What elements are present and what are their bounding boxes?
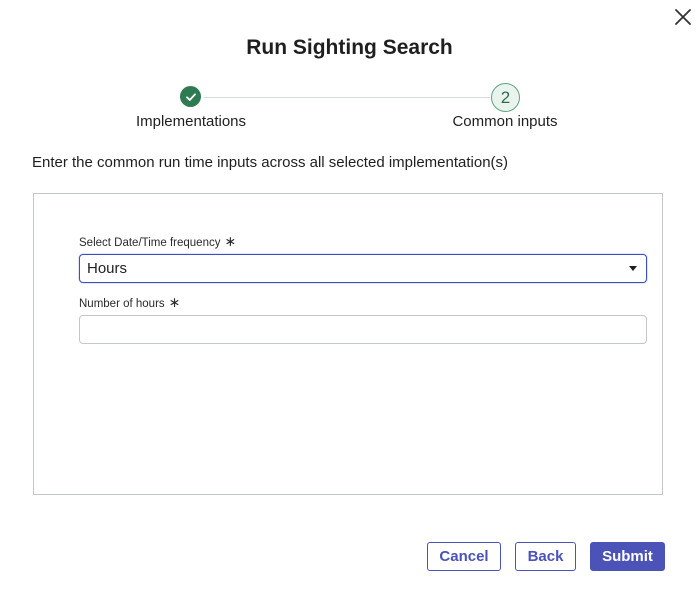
- common-inputs-panel: Select Date/Time frequency ∗ Hours Number…: [33, 193, 663, 495]
- frequency-select-value: Hours: [87, 260, 128, 277]
- back-button[interactable]: Back: [515, 542, 576, 571]
- step-2-current: 2: [491, 83, 520, 112]
- close-icon: [674, 8, 692, 31]
- hours-label: Number of hours ∗: [79, 294, 181, 310]
- step-1-completed: [180, 86, 201, 107]
- hours-label-text: Number of hours: [79, 298, 165, 310]
- chevron-down-icon: [629, 266, 637, 271]
- frequency-select[interactable]: Hours: [79, 254, 647, 283]
- close-button[interactable]: [672, 8, 694, 30]
- required-marker: ∗: [224, 233, 237, 249]
- dialog-title: Run Sighting Search: [246, 36, 453, 59]
- frequency-label-text: Select Date/Time frequency: [79, 237, 221, 249]
- step-1-label: Implementations: [135, 113, 247, 130]
- step-2-label: Common inputs: [452, 113, 558, 130]
- submit-button[interactable]: Submit: [590, 542, 665, 571]
- checkmark-icon: [185, 91, 197, 103]
- number-of-hours-input[interactable]: [79, 315, 647, 344]
- frequency-label: Select Date/Time frequency ∗: [79, 233, 237, 249]
- required-marker: ∗: [168, 294, 181, 310]
- stepper-connector: [204, 97, 490, 98]
- instructions-text: Enter the common run time inputs across …: [32, 154, 509, 171]
- cancel-button[interactable]: Cancel: [427, 542, 501, 571]
